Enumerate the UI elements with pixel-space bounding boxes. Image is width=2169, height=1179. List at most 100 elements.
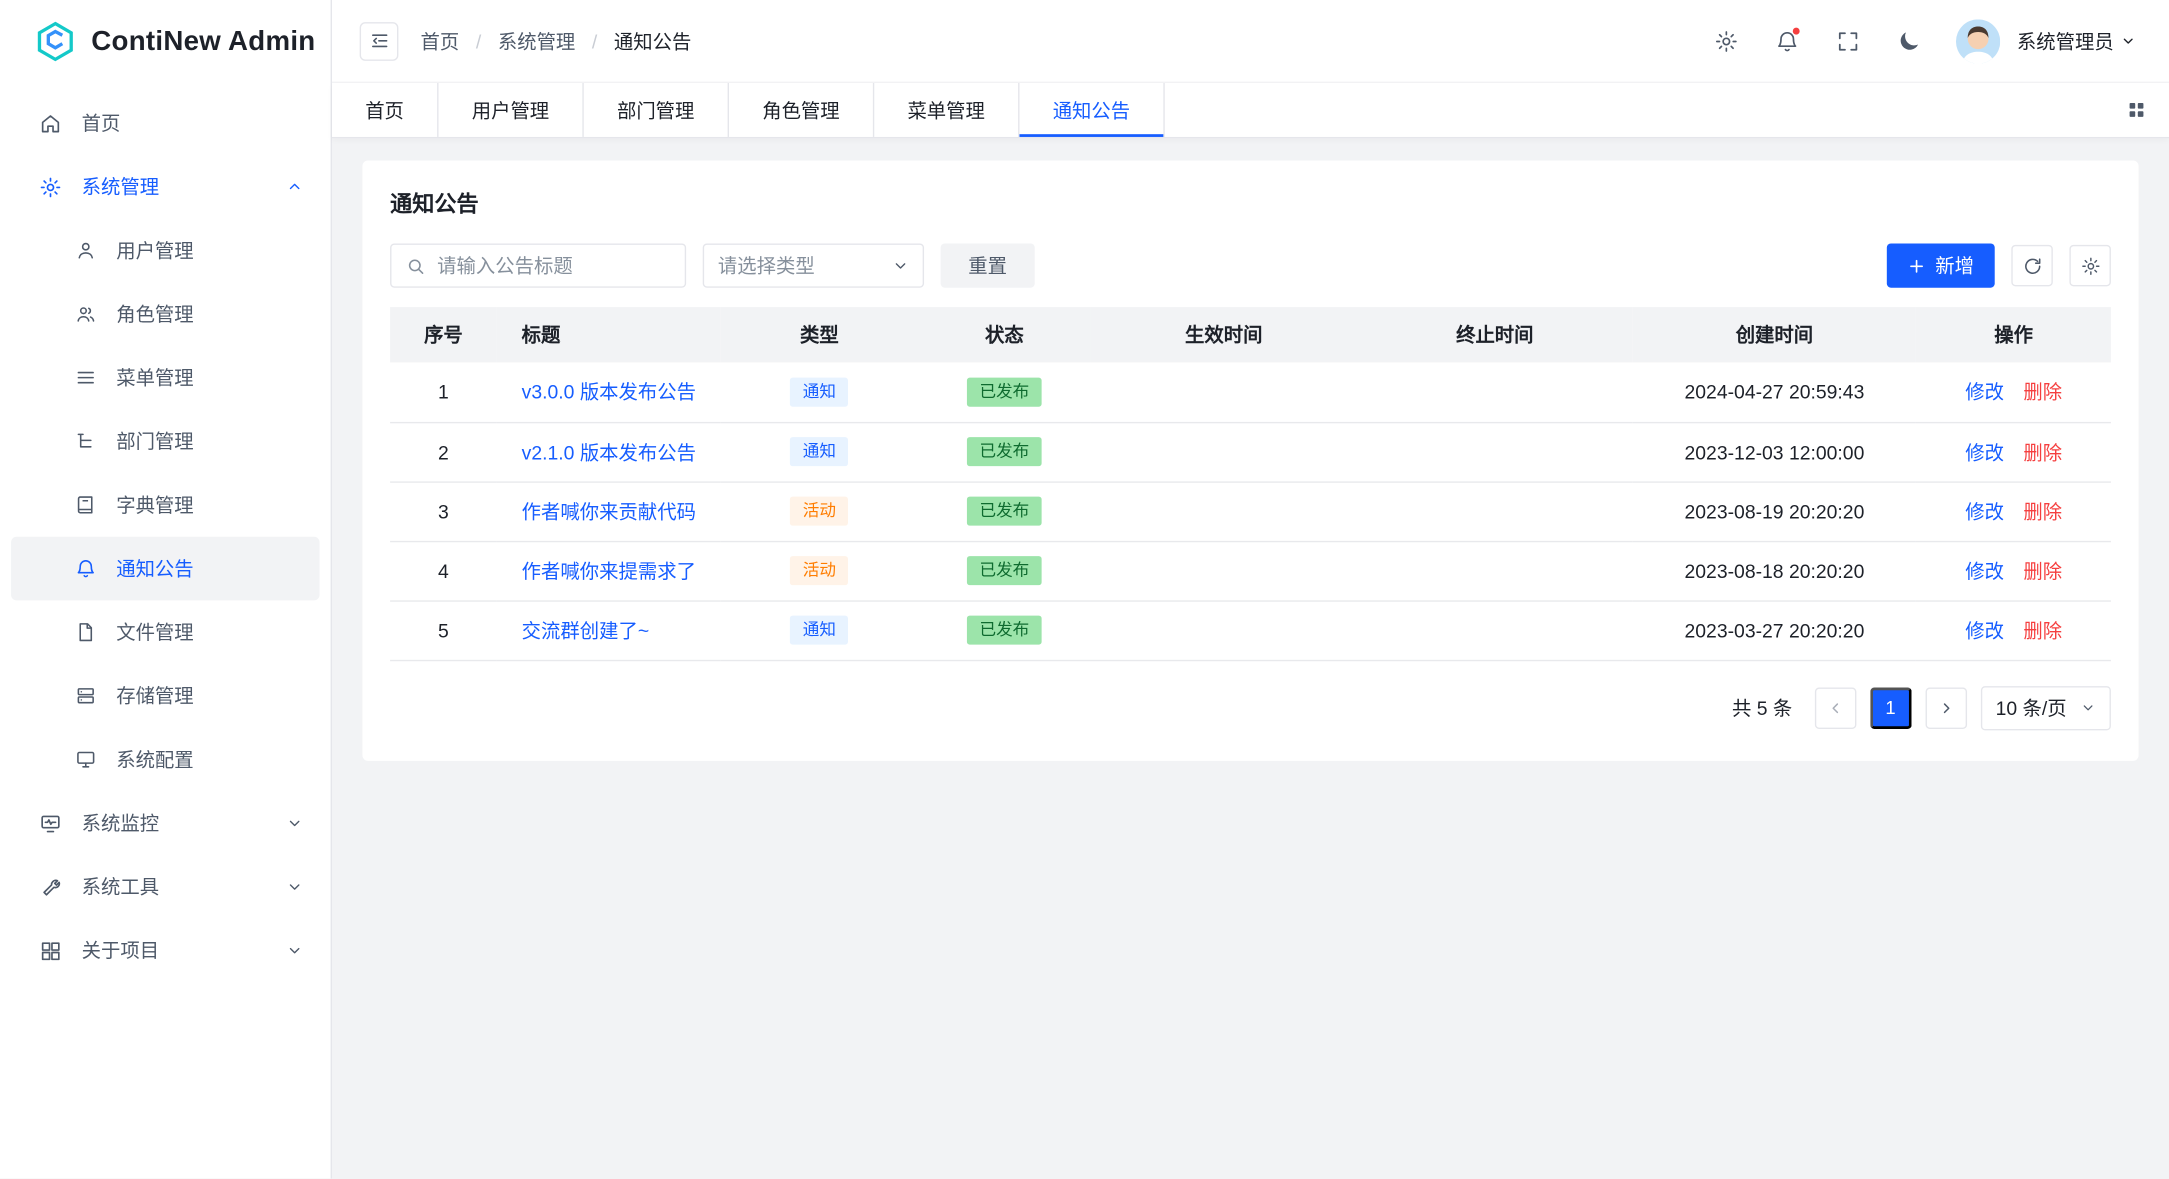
chevron-down-icon xyxy=(2121,33,2136,48)
sidebar-item-label: 系统管理 xyxy=(82,173,267,201)
table-settings-button[interactable] xyxy=(2069,245,2110,286)
table-row: 3 作者喊你来贡献代码 活动 已发布 2023-08-19 20:20:20 修… xyxy=(390,481,2111,540)
table-toolbar: 请选择类型 重置 新增 xyxy=(390,243,2111,287)
type-tag: 通知 xyxy=(790,616,848,645)
announcement-title-link[interactable]: v2.1.0 版本发布公告 xyxy=(522,438,705,466)
row-index: 4 xyxy=(390,541,497,600)
announcement-card: 通知公告 请选择类型 重置 xyxy=(362,160,2138,760)
table-row: 4 作者喊你来提需求了 活动 已发布 2023-08-18 20:20:20 修… xyxy=(390,541,2111,600)
edit-link[interactable]: 修改 xyxy=(1965,381,2004,403)
edit-link[interactable]: 修改 xyxy=(1965,500,2004,522)
tab-dept-mgmt[interactable]: 部门管理 xyxy=(584,83,729,137)
breadcrumb: 首页 / 系统管理 / 通知公告 xyxy=(421,27,692,55)
add-button[interactable]: 新增 xyxy=(1887,243,1995,287)
sidebar-item-system-config[interactable]: 系统配置 xyxy=(11,728,319,792)
pagination-page-1[interactable]: 1 xyxy=(1870,687,1911,728)
tab-actions-grid-icon[interactable] xyxy=(2104,83,2169,137)
breadcrumb-separator: / xyxy=(476,30,481,52)
breadcrumb-item-home[interactable]: 首页 xyxy=(421,27,460,55)
dark-mode-moon-icon[interactable] xyxy=(1884,16,1934,66)
chevron-down-icon xyxy=(286,815,303,832)
delete-link[interactable]: 删除 xyxy=(2023,619,2062,641)
bell-icon xyxy=(75,557,97,579)
delete-link[interactable]: 删除 xyxy=(2023,381,2062,403)
tab-label: 部门管理 xyxy=(617,96,694,124)
home-icon xyxy=(39,111,63,135)
sidebar-item-home[interactable]: 首页 xyxy=(11,91,319,155)
sidebar-item-menu-mgmt[interactable]: 菜单管理 xyxy=(11,346,319,410)
logo-icon xyxy=(33,19,77,63)
edit-link[interactable]: 修改 xyxy=(1965,441,2004,463)
col-header-end: 终止时间 xyxy=(1357,307,1632,362)
main-area: 首页 / 系统管理 / 通知公告 xyxy=(332,0,2169,1179)
sidebar-collapse-button[interactable] xyxy=(360,21,399,60)
sidebar-item-storage-mgmt[interactable]: 存储管理 xyxy=(11,664,319,728)
sidebar-item-about[interactable]: 关于项目 xyxy=(11,919,319,983)
sidebar-item-tools[interactable]: 系统工具 xyxy=(11,855,319,919)
announcement-title-link[interactable]: 交流群创建了~ xyxy=(522,616,705,644)
user-group-icon xyxy=(75,303,97,325)
file-icon xyxy=(75,621,97,643)
col-header-status: 状态 xyxy=(918,307,1090,362)
announcement-title-link[interactable]: v3.0.0 版本发布公告 xyxy=(522,378,705,406)
sidebar-item-announcement[interactable]: 通知公告 xyxy=(11,537,319,601)
table-row: 1 v3.0.0 版本发布公告 通知 已发布 2024-04-27 20:59:… xyxy=(390,362,2111,421)
page-size-select[interactable]: 10 条/页 xyxy=(1980,685,2111,729)
sidebar-item-user-mgmt[interactable]: 用户管理 xyxy=(11,219,319,283)
edit-link[interactable]: 修改 xyxy=(1965,619,2004,641)
tree-icon xyxy=(75,430,97,452)
sidebar-item-dict-mgmt[interactable]: 字典管理 xyxy=(11,473,319,537)
created-time-cell: 2023-08-18 20:20:20 xyxy=(1632,541,1916,600)
sidebar-item-label: 系统监控 xyxy=(82,809,267,837)
sidebar-item-role-mgmt[interactable]: 角色管理 xyxy=(11,282,319,346)
delete-link[interactable]: 删除 xyxy=(2023,560,2062,582)
user-menu[interactable]: 系统管理员 xyxy=(2011,27,2141,55)
sidebar-item-system[interactable]: 系统管理 xyxy=(11,155,319,219)
delete-link[interactable]: 删除 xyxy=(2023,441,2062,463)
edit-link[interactable]: 修改 xyxy=(1965,560,2004,582)
sidebar-item-file-mgmt[interactable]: 文件管理 xyxy=(11,600,319,664)
app-viewport: ContiNew Admin 首页 系统管理 xyxy=(0,0,2169,1179)
announcement-title-link[interactable]: 作者喊你来提需求了 xyxy=(522,557,705,585)
type-select[interactable]: 请选择类型 xyxy=(703,243,924,287)
row-index: 5 xyxy=(390,600,497,659)
chevron-down-icon xyxy=(2080,700,2095,715)
effective-time-cell xyxy=(1090,541,1357,600)
tab-menu-mgmt[interactable]: 菜单管理 xyxy=(874,83,1019,137)
monitor-icon xyxy=(39,811,63,835)
reset-button[interactable]: 重置 xyxy=(941,243,1035,287)
effective-time-cell xyxy=(1090,362,1357,421)
sidebar-item-monitor[interactable]: 系统监控 xyxy=(11,791,319,855)
settings-icon[interactable] xyxy=(1701,16,1751,66)
tab-home[interactable]: 首页 xyxy=(332,83,439,137)
sidebar-menu: 首页 系统管理 用户管理 角色 xyxy=(0,83,331,1179)
pagination-next-button[interactable] xyxy=(1925,687,1966,728)
sidebar-item-label: 角色管理 xyxy=(116,300,303,328)
tab-user-mgmt[interactable]: 用户管理 xyxy=(439,83,584,137)
announcement-title-link[interactable]: 作者喊你来贡献代码 xyxy=(522,497,705,525)
refresh-button[interactable] xyxy=(2011,245,2052,286)
effective-time-cell xyxy=(1090,422,1357,481)
page-size-value: 10 条/页 xyxy=(1996,694,2067,722)
notification-bell-icon[interactable] xyxy=(1762,16,1812,66)
tab-label: 菜单管理 xyxy=(907,96,984,124)
page-content: 通知公告 请选择类型 重置 xyxy=(332,138,2169,1178)
delete-link[interactable]: 删除 xyxy=(2023,500,2062,522)
fullscreen-icon[interactable] xyxy=(1823,16,1873,66)
pagination-prev-button[interactable] xyxy=(1814,687,1855,728)
breadcrumb-separator: / xyxy=(592,30,597,52)
title-search-input[interactable] xyxy=(437,255,671,277)
tab-role-mgmt[interactable]: 角色管理 xyxy=(729,83,874,137)
pagination: 共 5 条 1 10 条/页 xyxy=(390,685,2111,729)
app-logo[interactable]: ContiNew Admin xyxy=(0,0,331,83)
title-search-box xyxy=(390,243,686,287)
user-avatar[interactable] xyxy=(1956,19,2000,63)
tab-announcement[interactable]: 通知公告 xyxy=(1019,83,1164,137)
pagination-total: 共 5 条 xyxy=(1732,694,1792,722)
tool-icon xyxy=(39,875,63,899)
apps-icon xyxy=(39,939,63,963)
top-header: 首页 / 系统管理 / 通知公告 xyxy=(332,0,2169,83)
sidebar-item-dept-mgmt[interactable]: 部门管理 xyxy=(11,409,319,473)
breadcrumb-item-system[interactable]: 系统管理 xyxy=(498,27,575,55)
created-time-cell: 2023-08-19 20:20:20 xyxy=(1632,481,1916,540)
